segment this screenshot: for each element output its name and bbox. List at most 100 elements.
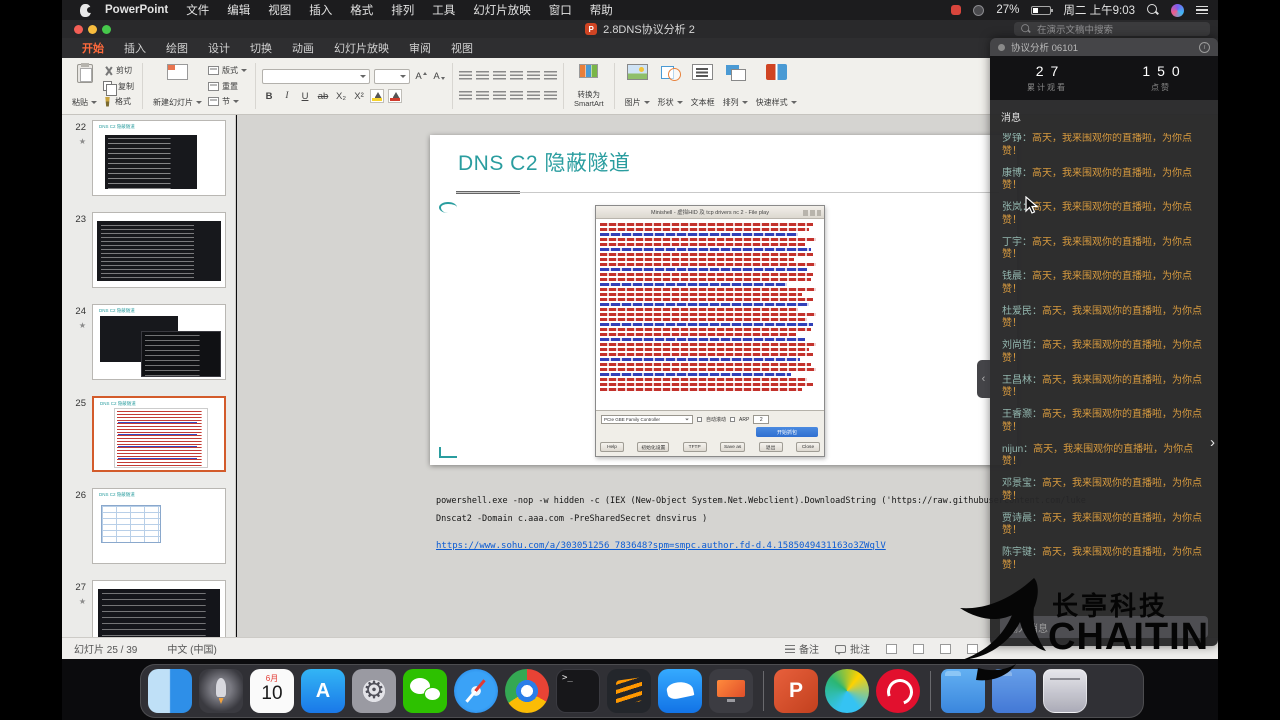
siri-icon[interactable] xyxy=(1171,3,1184,17)
columns-icon[interactable] xyxy=(527,90,540,102)
notification-center-icon[interactable] xyxy=(1196,4,1208,17)
ribbon-tab[interactable]: 切换 xyxy=(250,40,272,56)
ribbon-tab[interactable]: 视图 xyxy=(451,40,473,56)
ribbon-tab[interactable]: 审阅 xyxy=(409,40,431,56)
layout-button[interactable]: 版式 xyxy=(208,64,247,77)
chevron-right-icon[interactable]: › xyxy=(1210,434,1215,451)
insert-shapes-button[interactable]: 形状 xyxy=(654,61,687,111)
grow-font-button[interactable]: A xyxy=(414,69,428,83)
comments-toggle-button[interactable]: 批注 xyxy=(835,641,870,656)
section-button[interactable]: 节 xyxy=(208,95,247,108)
format-painter-button[interactable]: 格式 xyxy=(103,95,134,108)
notes-toggle-button[interactable]: 备注 xyxy=(785,641,819,656)
language-indicator[interactable]: 中文 (中国) xyxy=(167,641,216,656)
text-direction-icon[interactable] xyxy=(527,70,540,82)
reading-view-icon[interactable] xyxy=(940,643,951,654)
ribbon-tab[interactable]: 设计 xyxy=(208,40,230,56)
line-spacing-icon[interactable] xyxy=(544,70,557,82)
trash-icon[interactable] xyxy=(1043,669,1087,713)
insert-textbox-button[interactable]: 文本框 xyxy=(687,61,719,111)
menu-item[interactable]: 编辑 xyxy=(227,2,250,18)
battery-icon[interactable] xyxy=(1031,5,1054,15)
remote-desktop-icon[interactable] xyxy=(709,669,753,713)
folder-icon[interactable] xyxy=(992,669,1036,713)
arrange-button[interactable]: 排列 xyxy=(719,61,752,111)
superscript-button[interactable]: X² xyxy=(352,89,366,103)
terminal-icon[interactable]: >_ xyxy=(556,669,600,713)
slide-thumbnail[interactable]: DNS C2 隐蔽隧道 xyxy=(92,212,226,288)
menu-item[interactable]: 窗口 xyxy=(549,2,572,18)
folder-icon[interactable] xyxy=(941,669,985,713)
align-right-icon[interactable] xyxy=(493,90,506,102)
bullet-list-icon[interactable] xyxy=(459,70,472,82)
highlight-color-button[interactable] xyxy=(370,89,384,103)
slide-thumbnail[interactable]: DNS C2 隐蔽隧道 xyxy=(92,396,226,472)
ribbon-tab[interactable]: 绘图 xyxy=(166,40,188,56)
app-store-icon[interactable]: A xyxy=(301,669,345,713)
align-left-icon[interactable] xyxy=(459,90,472,102)
slide-screenshot-image[interactable]: Minishell - 虚拟HID 及 tcp drivers nc 2 - F… xyxy=(595,205,825,457)
presentation-search-input[interactable]: 在演示文稿中搜索 xyxy=(1014,22,1210,36)
slide-thumbnail[interactable]: DNS C2 隐蔽隧道 xyxy=(92,120,226,196)
safari-icon[interactable] xyxy=(454,669,498,713)
new-slide-button[interactable]: 新建幻灯片 xyxy=(149,61,206,111)
browser-icon[interactable] xyxy=(825,669,869,713)
quick-styles-button[interactable]: 快速样式 xyxy=(752,61,801,111)
slide-sorter-view-icon[interactable] xyxy=(913,643,924,654)
menu-item[interactable]: 幻灯片放映 xyxy=(473,2,531,18)
launchpad-icon[interactable] xyxy=(199,669,243,713)
chat-message-input[interactable]: 输入消息 xyxy=(1000,616,1208,638)
menu-item[interactable]: 文件 xyxy=(186,2,209,18)
slide-canvas[interactable]: DNS C2 隐蔽隧道 Minishell - 虚拟HID 及 tcp driv… xyxy=(430,135,1017,465)
indent-decrease-icon[interactable] xyxy=(493,70,506,82)
font-color-button[interactable] xyxy=(388,89,402,103)
subscript-button[interactable]: X₂ xyxy=(334,89,348,103)
netease-music-icon[interactable] xyxy=(876,669,920,713)
convert-smartart-button[interactable]: 转换为 SmartArt xyxy=(570,61,608,111)
sohu-hyperlink[interactable]: https://www.sohu.com/a/303051256_783648?… xyxy=(436,541,886,551)
align-objects-icon[interactable] xyxy=(544,90,557,102)
calendar-icon[interactable]: 6月 10 xyxy=(250,669,294,713)
menu-item[interactable]: 格式 xyxy=(350,2,373,18)
menubar-clock[interactable]: 周二 上午9:03 xyxy=(1063,2,1135,18)
ribbon-tab[interactable]: 插入 xyxy=(124,40,146,56)
shrink-font-button[interactable]: A xyxy=(432,69,446,83)
apple-menu-icon[interactable] xyxy=(80,3,93,17)
ribbon-tab[interactable]: 动画 xyxy=(292,40,314,56)
finder-icon[interactable] xyxy=(148,669,192,713)
cut-button[interactable]: 剪切 xyxy=(103,64,134,77)
system-preferences-icon[interactable]: ⚙ xyxy=(352,669,396,713)
font-size-select[interactable] xyxy=(374,68,410,84)
paste-button[interactable]: 粘贴 xyxy=(68,61,101,111)
copy-button[interactable]: 复制 xyxy=(103,80,134,96)
ribbon-tab[interactable]: 开始 xyxy=(82,40,104,56)
app-menu-title[interactable]: PowerPoint xyxy=(105,4,168,16)
chrome-icon[interactable] xyxy=(505,669,549,713)
menu-item[interactable]: 插入 xyxy=(309,2,332,18)
info-icon[interactable]: i xyxy=(1199,41,1210,53)
menu-item[interactable]: 视图 xyxy=(268,2,291,18)
indent-increase-icon[interactable] xyxy=(510,70,523,82)
normal-view-icon[interactable] xyxy=(886,643,897,654)
menu-item[interactable]: 排列 xyxy=(391,2,414,18)
numbered-list-icon[interactable] xyxy=(476,70,489,82)
powerpoint-icon[interactable]: P xyxy=(774,669,818,713)
align-center-icon[interactable] xyxy=(476,90,489,102)
chat-header[interactable]: 协议分析 06101 i xyxy=(990,38,1218,56)
spotlight-search-icon[interactable] xyxy=(1147,4,1159,16)
status-circle-icon[interactable] xyxy=(973,4,985,16)
dingtalk-icon[interactable] xyxy=(658,669,702,713)
underline-button[interactable]: U xyxy=(298,89,312,103)
wechat-icon[interactable] xyxy=(403,669,447,713)
insert-picture-button[interactable]: 图片 xyxy=(621,61,654,111)
menu-item[interactable]: 帮助 xyxy=(590,2,613,18)
menu-item[interactable]: 工具 xyxy=(432,2,455,18)
slide-thumbnail[interactable]: DNS C2 隐蔽隧道 xyxy=(92,304,226,380)
italic-button[interactable]: I xyxy=(280,89,294,103)
slideshow-view-icon[interactable] xyxy=(967,643,978,654)
slide-thumbnail[interactable]: DNS C2 隐蔽隧道 xyxy=(92,488,226,564)
ribbon-tab[interactable]: 幻灯片放映 xyxy=(334,40,389,56)
bold-button[interactable]: B xyxy=(262,89,276,103)
collapse-chat-button[interactable]: ‹ xyxy=(977,360,990,398)
slide-title[interactable]: DNS C2 隐蔽隧道 xyxy=(458,147,630,177)
